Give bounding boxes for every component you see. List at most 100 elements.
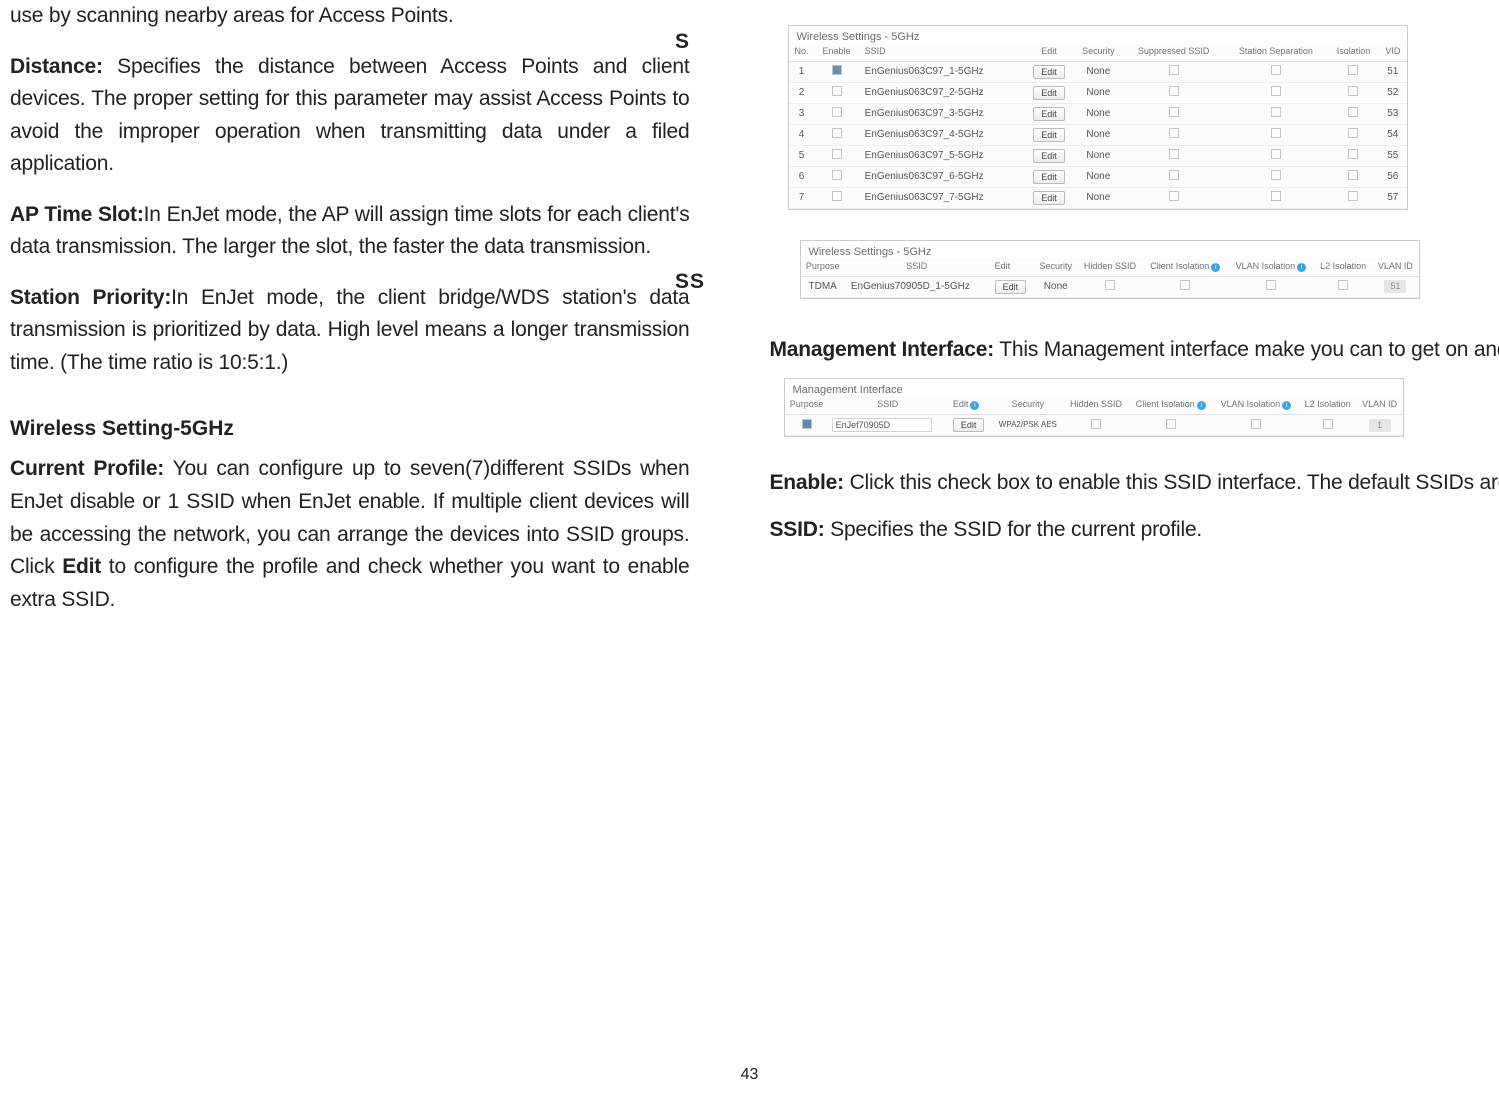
para-current-profile: Current Profile: You can configure up to… [10,453,690,616]
cell: 56 [1379,166,1406,187]
edit-button[interactable]: Edit [995,280,1027,294]
help-icon[interactable]: i [1211,263,1220,272]
col-header: SSID [829,396,947,415]
checkbox[interactable] [1348,170,1358,180]
edit-button[interactable]: Edit [1033,107,1065,121]
para-station-priority: Station Priority:In EnJet mode, the clie… [10,282,690,380]
edit-button[interactable]: Edit [1033,170,1065,184]
para-apslot: AP Time Slot:In EnJet mode, the AP will … [10,199,690,264]
checkbox[interactable] [1091,419,1101,429]
edit-button[interactable]: Edit [1033,149,1065,163]
help-icon[interactable]: i [970,401,979,410]
enable-checkbox[interactable] [832,65,842,75]
cell: TDMA [801,276,845,297]
cell: EnGenius063C97_2-5GHz [859,82,1025,103]
checkbox[interactable] [1169,107,1179,117]
checkbox[interactable] [1271,107,1281,117]
help-icon[interactable]: i [1282,401,1291,410]
checkbox[interactable] [1166,419,1176,429]
hidden-text: S [675,30,689,54]
cell: WPA2/PSK AES [992,415,1064,436]
para-distance: Distance: Specifies the distance between… [10,51,690,181]
cell: 4 [789,124,815,145]
checkbox[interactable] [1348,191,1358,201]
checkbox[interactable] [1169,191,1179,201]
cell: EnGenius063C97_4-5GHz [859,124,1025,145]
checkbox[interactable] [1271,128,1281,138]
checkbox-checked[interactable] [802,419,812,429]
cell: 2 [789,82,815,103]
col-header: Isolation [1328,43,1379,61]
checkbox[interactable] [1338,280,1348,290]
checkbox[interactable] [1251,419,1261,429]
vlan-id: 51 [1384,280,1406,293]
col-header: Station Separation [1224,43,1328,61]
screenshot-wireless-settings-tdma: Wireless Settings - 5GHz PurposeSSIDEdit… [800,240,1420,299]
mgmt-table: PurposeSSIDEditiSecurityHidden SSIDClien… [785,396,1403,436]
checkbox[interactable] [1271,65,1281,75]
checkbox[interactable] [1348,149,1358,159]
checkbox[interactable] [1169,149,1179,159]
cell: None [1073,82,1123,103]
edit-button[interactable]: Edit [1033,86,1065,100]
enable-checkbox[interactable] [832,86,842,96]
checkbox[interactable] [1348,128,1358,138]
checkbox[interactable] [1271,149,1281,159]
edit-button[interactable]: Edit [1033,191,1065,205]
enable-checkbox[interactable] [832,128,842,138]
col-header: Security [1073,43,1123,61]
help-icon[interactable]: i [1197,401,1206,410]
enable-checkbox[interactable] [832,107,842,117]
cell: None [1073,61,1123,82]
label-apslot: AP Time Slot: [10,203,144,226]
checkbox[interactable] [1180,280,1190,290]
label-distance: Distance: [10,55,103,78]
checkbox[interactable] [1271,170,1281,180]
cell: 1 [789,61,815,82]
checkbox[interactable] [1348,65,1358,75]
checkbox[interactable] [1169,86,1179,96]
screenshot-mgmt-interface: Management Interface PurposeSSIDEditiSec… [784,378,1404,437]
para-ssid: SSID: Specifies the SSID for the current… [770,514,1499,547]
cell: 54 [1379,124,1406,145]
col-header: Edit [989,258,1035,277]
col-header: SSID [845,258,989,277]
ssid-table-tdma: PurposeSSIDEditSecurityHidden SSIDClient… [801,258,1419,298]
col-header: No. [789,43,815,61]
edit-button[interactable]: Edit [953,418,985,432]
col-header: Client Isolationi [1128,396,1213,415]
table-row: 7EnGenius063C97_7-5GHzEditNone57 [789,187,1407,208]
cell: 52 [1379,82,1406,103]
para-enable: Enable: Click this check box to enable t… [770,467,1499,500]
checkbox[interactable] [1323,419,1333,429]
checkbox[interactable] [1271,86,1281,96]
cell: None [1073,145,1123,166]
help-icon[interactable]: i [1297,263,1306,272]
cell: 6 [789,166,815,187]
checkbox[interactable] [1348,107,1358,117]
col-header: Edit [1025,43,1074,61]
checkbox[interactable] [1348,86,1358,96]
edit-button[interactable]: Edit [1033,65,1065,79]
label-sp: Station Priority: [10,286,171,309]
cell: 51 [1379,61,1406,82]
text: use by scanning nearby areas for Access … [10,0,690,33]
checkbox[interactable] [1271,191,1281,201]
checkbox[interactable] [1169,170,1179,180]
enable-checkbox[interactable] [832,191,842,201]
enable-checkbox[interactable] [832,170,842,180]
table-row: 2 EnGenius063C97_2-5GHz Edit None 52 [789,82,1407,103]
checkbox[interactable] [1266,280,1276,290]
cell: EnGenius70905D_1-5GHz [845,276,989,297]
checkbox[interactable] [1105,280,1115,290]
cell: 3 [789,103,815,124]
checkbox[interactable] [1169,128,1179,138]
checkbox[interactable] [1169,65,1179,75]
cell: EnGenius063C97_1-5GHz [859,61,1025,82]
cell: None [1073,103,1123,124]
col-header: L2 Isolation [1314,258,1372,277]
edit-button[interactable]: Edit [1033,128,1065,142]
enable-checkbox[interactable] [832,149,842,159]
heading-ws5: Wireless Setting-5GHz [10,417,690,441]
ssid-input[interactable]: EnJef70905D [832,418,932,432]
